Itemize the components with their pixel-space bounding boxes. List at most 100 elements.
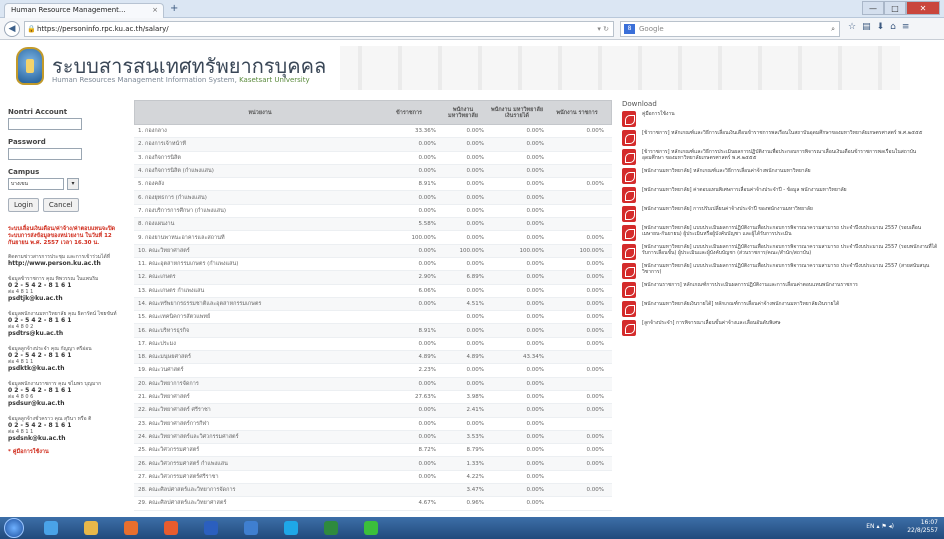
pdf-icon[interactable] [622,168,636,184]
download-item[interactable]: [พนักงานมหาวิทยาลัย] หลักเกณฑ์และวิธีการ… [622,168,938,184]
cell-unit[interactable]: 25. คณะวิศวกรรมศาสตร์ [134,446,380,454]
home-icon[interactable]: ⌂ [890,22,896,32]
language-indicator[interactable]: EN [866,523,874,530]
taskbar-skype-icon[interactable] [276,519,306,537]
contact-email[interactable]: psdtrs@ku.ac.th [8,330,126,338]
download-item[interactable]: [พนักงานมหาวิทยาลัย] การปรับเปลี่ยนค่าจ้… [622,206,938,222]
cell-unit[interactable]: 24. คณะวิทยาศาสตร์และวิศวกรรมศาสตร์ [134,433,380,441]
cell-unit[interactable]: 2. กองการเจ้าหน้าที่ [134,140,380,148]
cell-unit[interactable]: 5. กองคลัง [134,180,380,188]
cell-unit[interactable]: 23. คณะวิทยาศาสตร์การกีฬา [134,420,380,428]
download-link[interactable]: [ลูกจ้างประจำ] การพิจารณาเลื่อนขั้นค่าจ้… [642,320,781,326]
cell-unit[interactable]: 8. กองแผนงาน [134,220,380,228]
tab-close-icon[interactable]: × [152,6,158,14]
close-window-button[interactable]: ✕ [906,1,940,15]
cell-unit[interactable]: 1. กองกลาง [134,127,380,135]
cell-unit[interactable]: 13. คณะเกษตร กำแพงแสน [134,287,380,295]
cell-unit[interactable]: 21. คณะวิทยาศาสตร์ [134,393,380,401]
download-link[interactable]: [พนักงานมหาวิทยาลัย] แบบประเมินผลการปฏิบ… [642,225,938,237]
start-button[interactable] [4,518,24,538]
pdf-icon[interactable] [622,282,636,298]
download-item[interactable]: [พนักงานมหาวิทยาลัย] ค่าตอบแทนพิเศษการเล… [622,187,938,203]
taskbar-firefox-icon[interactable] [156,519,186,537]
download-link[interactable]: [พนักงานมหาวิทยาลัย] แบบประเมินผลการปฏิบ… [642,244,938,256]
search-input[interactable]: 8 Google ⌕ [620,21,840,37]
cell-unit[interactable]: 7. กองบริการการศึกษา (กำแพงแสน) [134,207,380,215]
cell-unit[interactable]: 16. คณะบริหารธุรกิจ [134,327,380,335]
cell-unit[interactable]: 20. คณะวิทยาการจัดการ [134,380,380,388]
contact-email[interactable]: psdsur@ku.ac.th [8,400,126,408]
clock[interactable]: 16:07 22/8/2557 [907,519,938,535]
taskbar-media-icon[interactable] [116,519,146,537]
pdf-icon[interactable] [622,263,636,279]
download-link[interactable]: [พนักงานมหาวิทยาลัย] แบบประเมินผลการปฏิบ… [642,263,938,275]
cell-unit[interactable]: 27. คณะวิศวกรรมศาสตร์ศรีราชา [134,473,380,481]
cell-unit[interactable]: 9. กองยานพาหนะอาคารและสถานที่ [134,234,380,242]
search-icon[interactable]: ⌕ [831,22,835,36]
cell-unit[interactable]: 29. คณะศิลปศาสตร์และวิทยาศาสตร์ [134,499,380,507]
chevron-down-icon[interactable]: ▾ [67,178,79,190]
back-button[interactable]: ◀ [4,21,20,37]
pdf-icon[interactable] [622,206,636,222]
taskbar-line-icon[interactable] [356,519,386,537]
download-item[interactable]: คู่มือการใช้งาน [622,111,938,127]
login-button[interactable]: Login [8,198,39,212]
pdf-icon[interactable] [622,301,636,317]
taskbar-excel-icon[interactable] [316,519,346,537]
pdf-icon[interactable] [622,130,636,146]
taskbar-word-icon[interactable] [196,519,226,537]
info-link[interactable]: http://www.person.ku.ac.th [8,260,126,268]
cell-unit[interactable]: 17. คณะประมง [134,340,380,348]
cell-unit[interactable]: 14. คณะทรัพยากรธรรมชาติและอุตสาหกรรมเกษต… [134,300,380,308]
download-item[interactable]: [ข้าราชการ] หลักเกณฑ์และวิธีการเลื่อนเงิ… [622,130,938,146]
download-item[interactable]: [พนักงานมหาวิทยาลัยเงินรายได้] หลักเกณฑ์… [622,301,938,317]
maximize-button[interactable]: □ [884,1,906,15]
cell-unit[interactable]: 15. คณะเทคนิคการสัตวแพทย์ [134,313,380,321]
download-item[interactable]: [พนักงานมหาวิทยาลัย] แบบประเมินผลการปฏิบ… [622,244,938,260]
download-link[interactable]: คู่มือการใช้งาน [642,111,675,117]
bookmarks-icon[interactable]: ▤ [862,22,871,32]
cell-unit[interactable]: 3. กองกิจการนิสิต [134,154,380,162]
download-link[interactable]: [ข้าราชการ] หลักเกณฑ์และวิธีการประเมินผล… [642,149,938,161]
manual-link[interactable]: * คู่มือการใช้งาน [8,448,126,456]
download-item[interactable]: [ข้าราชการ] หลักเกณฑ์และวิธีการประเมินผล… [622,149,938,165]
download-link[interactable]: [ข้าราชการ] หลักเกณฑ์และวิธีการเลื่อนเงิ… [642,130,922,136]
download-icon[interactable]: ⬇ [877,22,885,32]
download-link[interactable]: [พนักงานราชการ] หลักเกณฑ์การประเมินผลการ… [642,282,858,288]
cell-unit[interactable]: 10. คณะวิทยาศาสตร์ [134,247,380,255]
pdf-icon[interactable] [622,187,636,203]
download-item[interactable]: [พนักงานราชการ] หลักเกณฑ์การประเมินผลการ… [622,282,938,298]
bookmark-star-icon[interactable]: ☆ [848,22,856,32]
pdf-icon[interactable] [622,225,636,241]
pdf-icon[interactable] [622,320,636,336]
password-input[interactable] [8,148,82,160]
contact-email[interactable]: psdtjk@ku.ac.th [8,295,126,303]
cancel-button[interactable]: Cancel [42,198,79,212]
cell-unit[interactable]: 18. คณะมนุษยศาสตร์ [134,353,380,361]
cell-unit[interactable]: 28. คณะศิลปศาสตร์และวิทยาการจัดการ [134,486,380,494]
download-item[interactable]: [ลูกจ้างประจำ] การพิจารณาเลื่อนขั้นค่าจ้… [622,320,938,336]
download-link[interactable]: [พนักงานมหาวิทยาลัย] ค่าตอบแทนพิเศษการเล… [642,187,847,193]
download-link[interactable]: [พนักงานมหาวิทยาลัย] หลักเกณฑ์และวิธีการ… [642,168,811,174]
cell-unit[interactable]: 19. คณะวนศาสตร์ [134,366,380,374]
browser-tab[interactable]: Human Resource Management... × [4,3,164,18]
contact-email[interactable]: psdsnk@ku.ac.th [8,435,126,443]
account-input[interactable] [8,118,82,130]
pdf-icon[interactable] [622,149,636,165]
cell-unit[interactable]: 26. คณะวิศวกรรมศาสตร์ กำแพงแสน [134,460,380,468]
menu-icon[interactable]: ≡ [902,22,910,32]
reload-icon[interactable]: ▾ ↻ [597,22,609,36]
minimize-button[interactable]: — [862,1,884,15]
cell-unit[interactable]: 12. คณะเกษตร [134,273,380,281]
taskbar-outlook-icon[interactable] [236,519,266,537]
contact-email[interactable]: psdktk@ku.ac.th [8,365,126,373]
url-bar[interactable]: 🔒 https://personinfo.rpc.ku.ac.th/salary… [24,21,614,37]
cell-unit[interactable]: 6. กองยุทธการ (กำแพงแสน) [134,194,380,202]
download-link[interactable]: [พนักงานมหาวิทยาลัยเงินรายได้] หลักเกณฑ์… [642,301,839,307]
taskbar-folder-icon[interactable] [76,519,106,537]
campus-select[interactable]: บางเขน [8,178,64,190]
cell-unit[interactable]: 4. กองกิจการนิสิต (กำแพงแสน) [134,167,380,175]
taskbar-ie-icon[interactable] [36,519,66,537]
download-item[interactable]: [พนักงานมหาวิทยาลัย] แบบประเมินผลการปฏิบ… [622,225,938,241]
cell-unit[interactable]: 11. คณะอุตสาหกรรมเกษตร (กำแพงแสน) [134,260,380,268]
